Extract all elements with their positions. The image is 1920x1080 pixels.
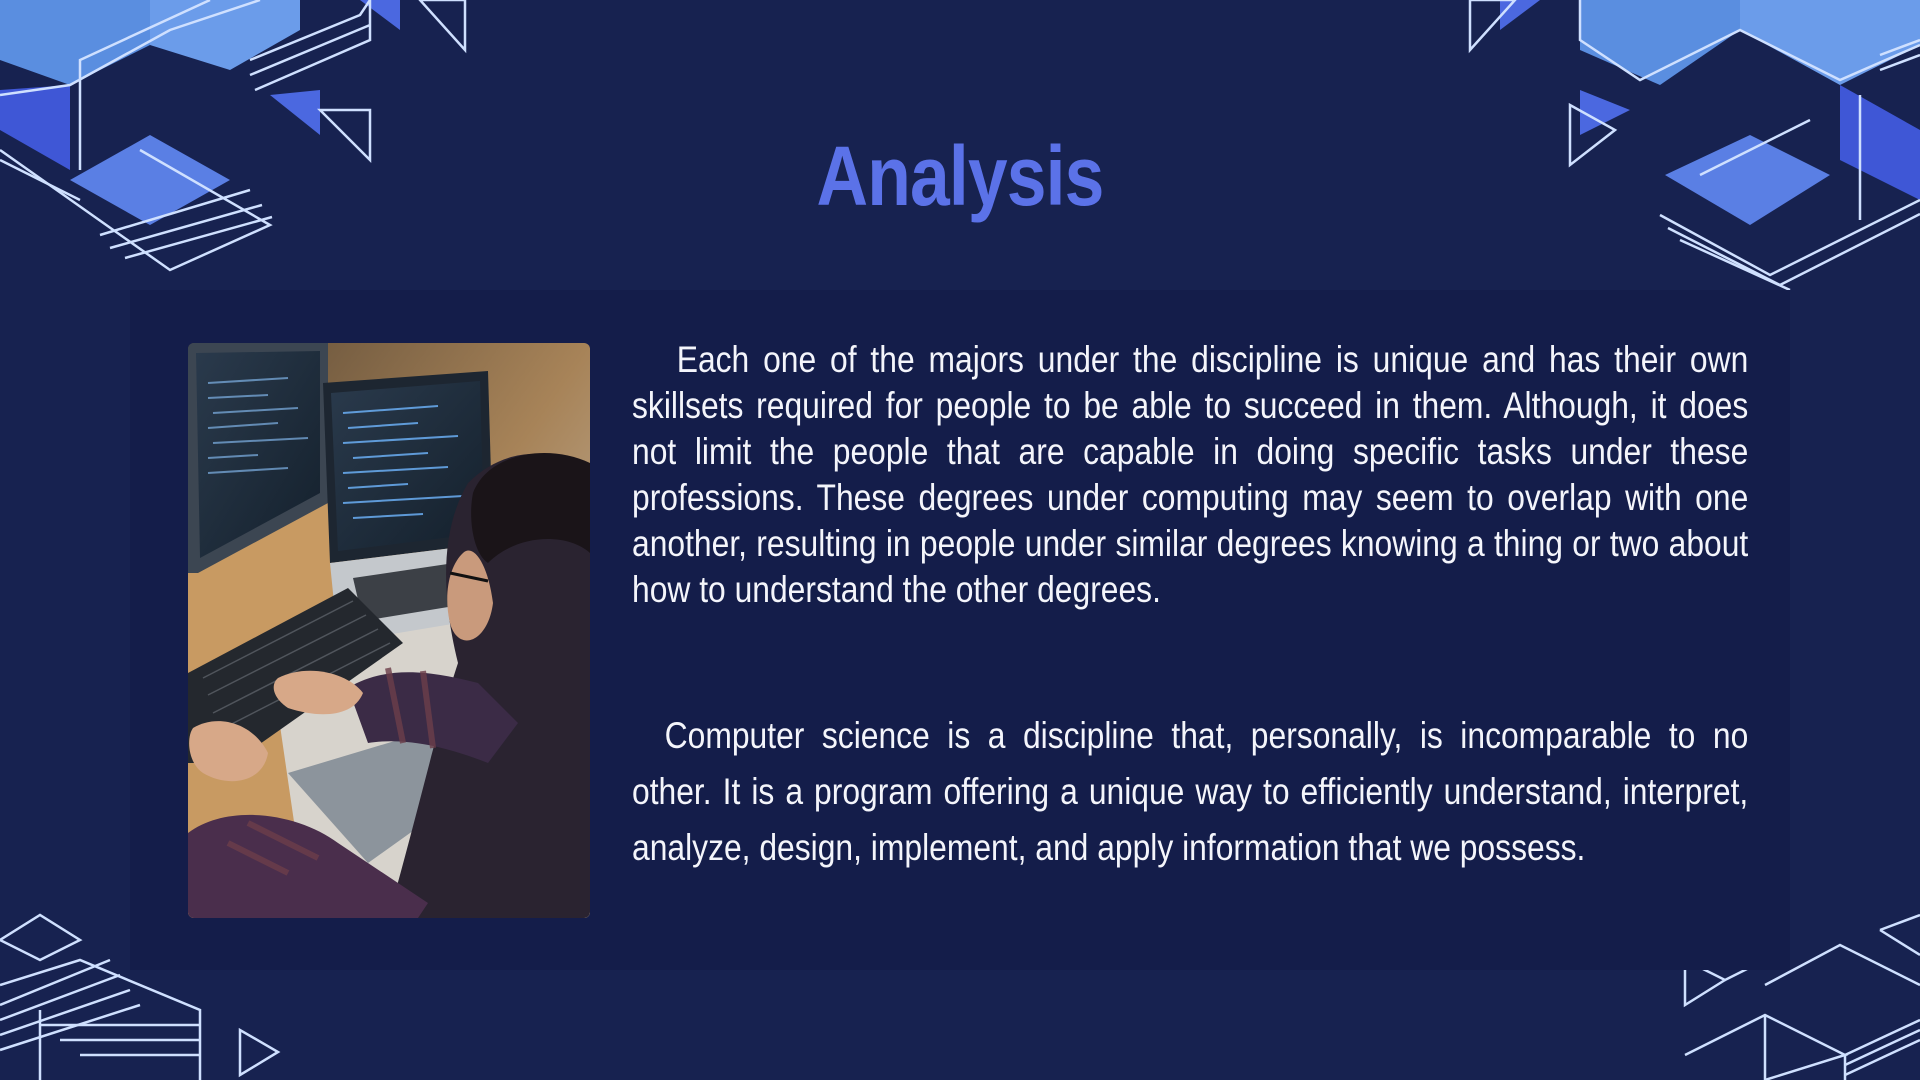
paragraph-1: Each one of the majors under the discipl… <box>632 339 1749 610</box>
slide-title: Analysis <box>816 129 1105 223</box>
photo-person-coding-laptop <box>188 343 590 918</box>
slide: Analysis Each one of the majors under th… <box>0 0 1920 1080</box>
paragraph-2: Computer science is a discipline that, p… <box>632 715 1749 868</box>
